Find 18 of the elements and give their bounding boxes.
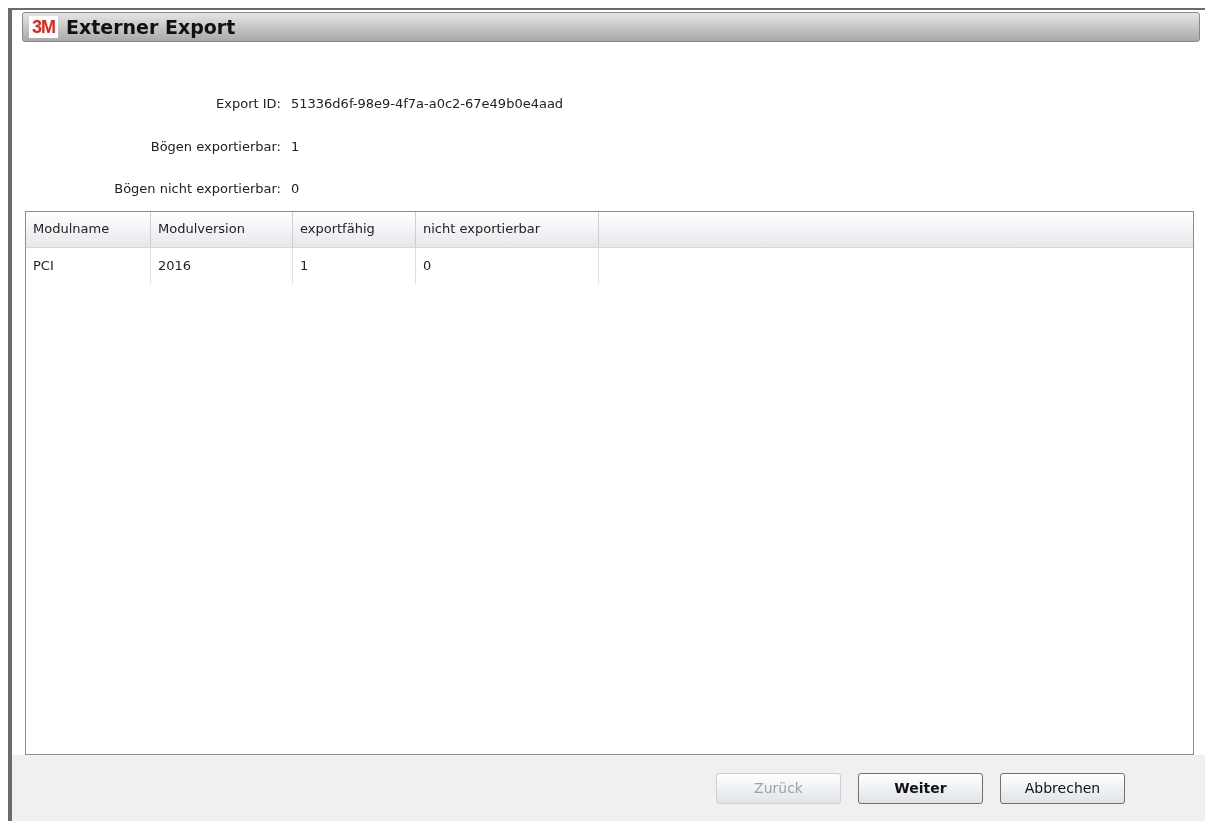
field-value: 1 — [291, 137, 300, 156]
table-cell: 1 — [293, 247, 416, 284]
table-cell: PCI — [26, 247, 151, 284]
column-header[interactable]: Modulname — [26, 211, 151, 247]
logo: 3M — [29, 16, 58, 38]
column-header[interactable]: exportfähig — [293, 211, 416, 247]
window-title: Externer Export — [66, 14, 236, 40]
field-label: Bögen nicht exportierbar: — [113, 180, 281, 198]
dialog-button[interactable]: Abbrechen — [1000, 772, 1125, 804]
column-header[interactable]: Modulversion — [151, 211, 293, 247]
field-value: 51336d6f-98e9-4f7a-a0c2-67e49b0e4aad — [291, 95, 564, 113]
field-label: Export ID: — [215, 95, 281, 113]
column-header[interactable]: nicht exportierbar — [416, 211, 599, 247]
table-cell: 2016 — [151, 247, 293, 284]
field-label: Bögen exportierbar: — [149, 137, 281, 156]
field-value: 0 — [291, 180, 300, 198]
dialog-button[interactable]: Weiter — [858, 772, 983, 804]
table-cell: 0 — [416, 247, 599, 284]
